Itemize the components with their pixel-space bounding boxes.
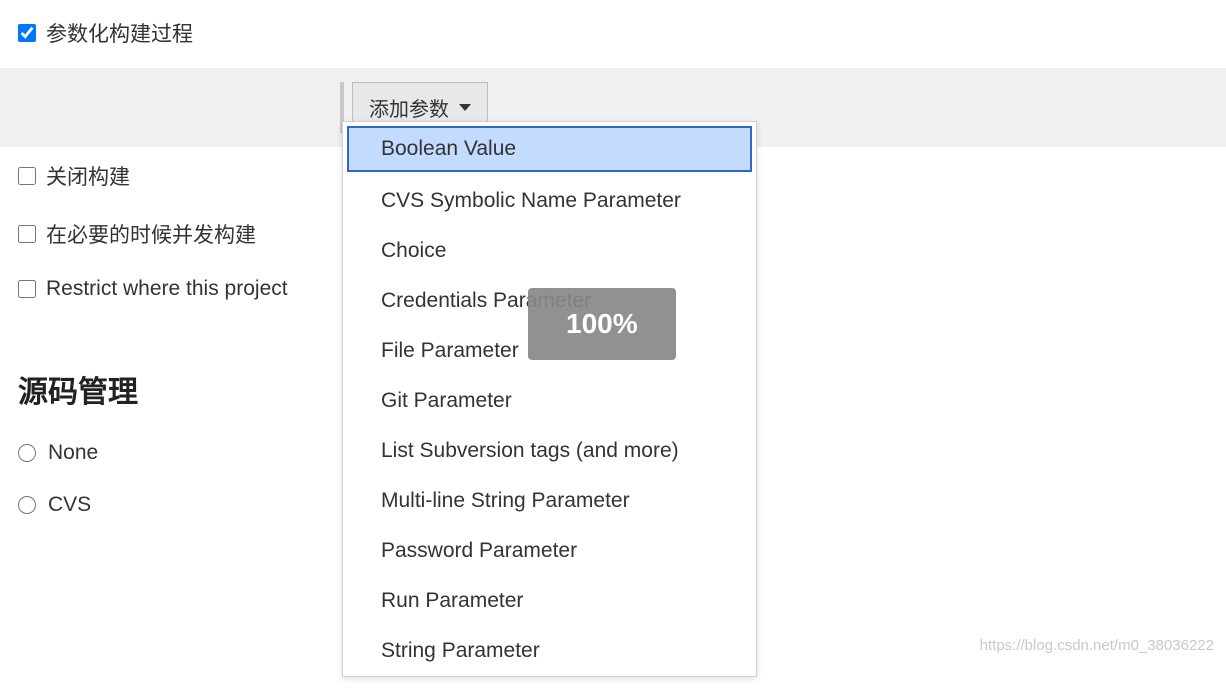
dropdown-item-boolean-value[interactable]: Boolean Value: [347, 126, 752, 172]
restrict-where-checkbox[interactable]: [18, 280, 36, 298]
add-parameter-button-label: 添加参数: [369, 93, 449, 122]
restrict-where-label[interactable]: Restrict where this project: [46, 277, 288, 301]
dropdown-item-password[interactable]: Password Parameter: [343, 526, 756, 576]
dropdown-item-cvs-symbolic[interactable]: CVS Symbolic Name Parameter: [343, 176, 756, 226]
caret-down-icon: [459, 104, 471, 111]
concurrent-build-label[interactable]: 在必要的时候并发构建: [46, 219, 256, 249]
parametrized-build-row: 参数化构建过程: [0, 0, 1226, 68]
dropdown-item-choice[interactable]: Choice: [343, 226, 756, 276]
parametrized-build-checkbox-wrapper: 参数化构建过程: [18, 6, 1208, 60]
parametrized-build-checkbox[interactable]: [18, 24, 36, 42]
scm-radio-none[interactable]: [18, 444, 36, 462]
dropdown-item-string[interactable]: String Parameter: [343, 626, 756, 676]
add-parameter-dropdown: Boolean Value CVS Symbolic Name Paramete…: [342, 121, 757, 677]
disable-build-label[interactable]: 关闭构建: [46, 161, 130, 191]
zoom-overlay: 100%: [528, 288, 676, 360]
dropdown-item-run[interactable]: Run Parameter: [343, 576, 756, 626]
scm-radio-none-label[interactable]: None: [48, 441, 98, 465]
dropdown-item-multiline[interactable]: Multi-line String Parameter: [343, 476, 756, 526]
concurrent-build-checkbox[interactable]: [18, 225, 36, 243]
dropdown-item-list-svn[interactable]: List Subversion tags (and more): [343, 426, 756, 476]
disable-build-checkbox[interactable]: [18, 167, 36, 185]
scm-radio-cvs[interactable]: [18, 496, 36, 514]
parametrized-build-label[interactable]: 参数化构建过程: [46, 18, 193, 48]
watermark-text: https://blog.csdn.net/m0_38036222: [980, 637, 1214, 654]
dropdown-item-git[interactable]: Git Parameter: [343, 376, 756, 426]
scm-radio-cvs-label[interactable]: CVS: [48, 493, 91, 517]
